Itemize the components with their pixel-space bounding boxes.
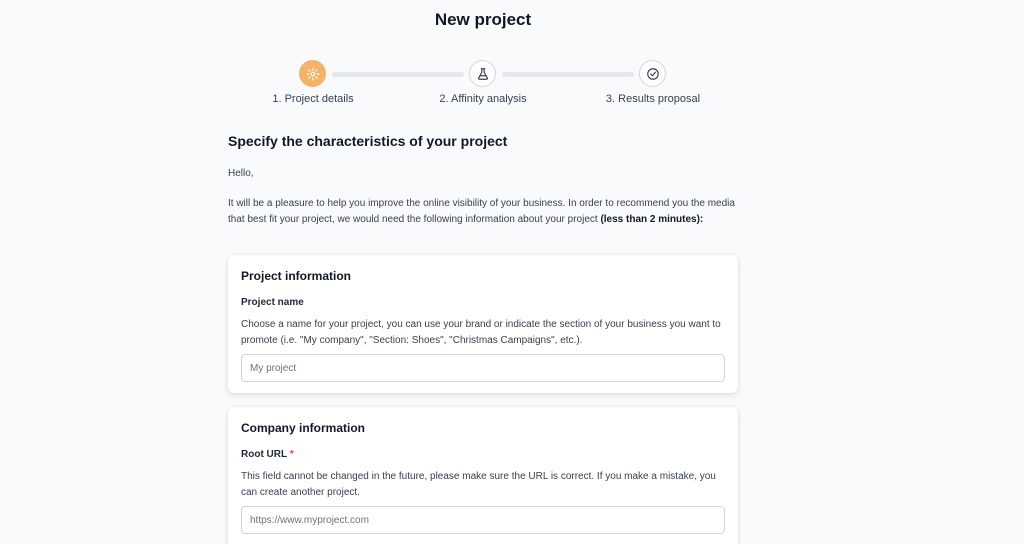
project-name-label: Project name (241, 297, 304, 308)
section-heading: Specify the characteristics of your proj… (228, 133, 508, 149)
intro-emphasis: (less than 2 minutes) (600, 214, 700, 225)
progress-stepper: 1. Project details 2. Affinity analysis … (0, 60, 1024, 110)
root-url-label-text: Root URL (241, 449, 287, 460)
intro-suffix: : (699, 214, 704, 225)
root-url-input[interactable] (241, 506, 725, 534)
gear-icon (306, 67, 319, 80)
card-title: Project information (241, 269, 352, 283)
greeting-text: Hello, (228, 168, 254, 179)
step-connector-1 (332, 72, 464, 77)
step-3-indicator[interactable] (639, 60, 666, 87)
company-information-card: Company information Root URL * This fiel… (228, 407, 738, 544)
new-project-page: New project 1. Project details 2. Affini… (0, 0, 1024, 544)
intro-paragraph: It will be a pleasure to help you improv… (228, 196, 738, 228)
root-url-label: Root URL * (241, 449, 725, 460)
flask-icon (477, 67, 488, 80)
project-name-input[interactable] (241, 354, 725, 382)
project-information-card: Project information Project name Choose … (228, 255, 738, 393)
project-name-help: Choose a name for your project, you can … (241, 319, 721, 346)
required-marker: * (289, 449, 294, 460)
step-2-label: 2. Affinity analysis (439, 93, 527, 105)
step-1-indicator[interactable] (299, 60, 326, 87)
root-url-help: This field cannot be changed in the futu… (241, 471, 716, 498)
step-3-label: 3. Results proposal (605, 93, 701, 105)
page-title: New project (434, 10, 532, 29)
card-title: Company information (241, 421, 366, 435)
step-2-indicator[interactable] (469, 60, 496, 87)
step-1-label: 1. Project details (272, 93, 354, 105)
check-circle-icon (646, 67, 659, 80)
step-connector-2 (502, 72, 634, 77)
intro-section: Specify the characteristics of your proj… (228, 133, 738, 228)
